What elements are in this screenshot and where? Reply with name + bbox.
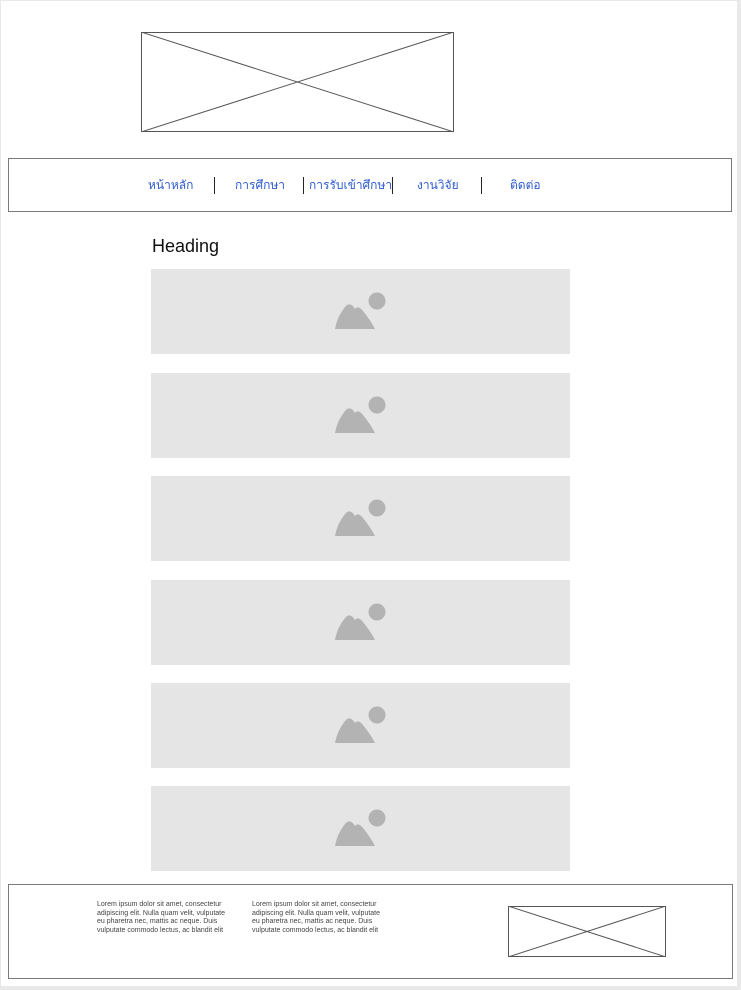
image-mountain-sun-icon	[335, 706, 386, 743]
page: หน้าหลัก การศึกษา การรับเข้าศึกษา งานวิจ…	[1, 1, 737, 986]
image-mountain-sun-icon	[335, 292, 386, 329]
image-placeholder-icon	[141, 32, 454, 132]
image-mountain-sun-icon	[335, 603, 386, 640]
image-placeholder-icon	[507, 905, 667, 958]
nav-item-education[interactable]: การศึกษา	[235, 176, 285, 194]
image-placeholder-card	[151, 269, 570, 354]
image-placeholder-card	[151, 373, 570, 458]
page-heading: Heading	[152, 236, 220, 256]
nav-separator	[214, 177, 215, 194]
nav-separator	[303, 177, 304, 194]
image-placeholder-card	[151, 683, 570, 768]
nav-separator	[392, 177, 393, 194]
image-placeholder-card	[151, 476, 570, 561]
nav-separator	[481, 177, 482, 194]
nav-item-contact[interactable]: ติดต่อ	[510, 176, 541, 194]
image-mountain-sun-icon	[335, 396, 386, 433]
nav-item-research[interactable]: งานวิจัย	[417, 176, 459, 194]
nav-item-home[interactable]: หน้าหลัก	[148, 176, 193, 194]
footer-logo-placeholder	[507, 905, 667, 962]
image-placeholder-card	[151, 786, 570, 871]
page-footer: Lorem ipsum dolor sit amet, consectetur …	[8, 884, 733, 979]
header-logo-placeholder	[141, 32, 454, 132]
image-placeholder-card	[151, 580, 570, 665]
image-mountain-sun-icon	[335, 809, 386, 846]
nav-item-admission[interactable]: การรับเข้าศึกษา	[309, 176, 392, 194]
footer-text-column-2: Lorem ipsum dolor sit amet, consectetur …	[252, 901, 381, 934]
footer-text-column-1: Lorem ipsum dolor sit amet, consectetur …	[97, 901, 226, 934]
image-mountain-sun-icon	[335, 499, 386, 536]
main-navigation: หน้าหลัก การศึกษา การรับเข้าศึกษา งานวิจ…	[8, 158, 732, 212]
